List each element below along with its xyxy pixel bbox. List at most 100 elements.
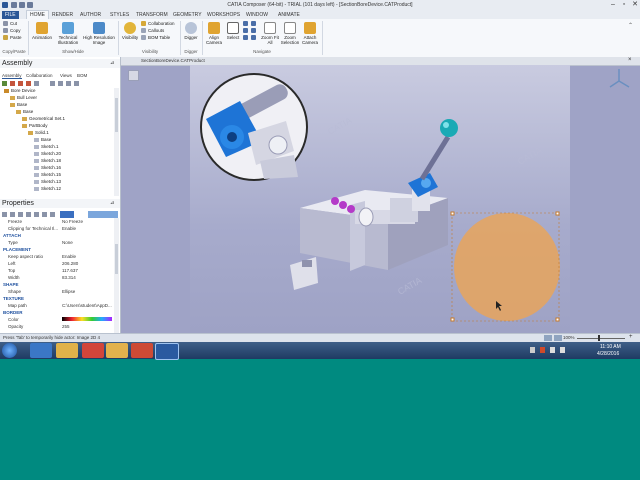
sort-icon[interactable] [2,212,7,217]
start-button[interactable] [2,343,17,358]
tree-item[interactable]: Bore Device [4,88,36,94]
view-icon[interactable] [26,81,31,86]
property-row[interactable]: Opacity 255 [0,323,114,330]
visibility-button[interactable]: Visibility [120,22,140,40]
tree-item[interactable]: Sketch.18 [34,158,61,164]
align-camera-button[interactable]: Align Camera [204,22,224,45]
reset-icon[interactable] [18,212,23,217]
subtab-assembly[interactable]: Assembly [2,73,22,79]
color-swatch[interactable] [62,317,112,321]
property-value[interactable]: None [62,239,73,246]
attach-camera-button[interactable]: Attach Camera [301,22,319,45]
properties-scrollbar-thumb[interactable] [115,244,118,274]
property-section-header[interactable]: SHAPE [3,282,19,287]
tab-animate[interactable]: ANIMATE [278,11,300,19]
tree-item[interactable]: Bull Lever [10,95,37,101]
rotate-button[interactable] [243,21,250,27]
filter-icon[interactable] [2,81,7,86]
taskbar-chrome-icon[interactable] [82,343,104,358]
cut-button[interactable]: Cut [3,21,17,27]
fly-button[interactable] [251,21,258,27]
taskbar-folder-icon[interactable] [56,343,78,358]
paste-icon[interactable] [42,212,47,217]
view-toolbar-icon[interactable] [128,70,139,81]
tree-item[interactable]: Base [34,137,51,143]
taskbar-composer-icon[interactable] [155,343,179,360]
pan-button[interactable] [243,28,250,34]
tab-home[interactable]: HOME [26,10,49,19]
property-value[interactable]: 255 [62,323,70,330]
3d-scene[interactable]: CATIA CATIA CATIA [190,65,570,333]
digger-button[interactable]: Digger [182,22,200,40]
paste-button[interactable]: Paste [3,35,22,41]
zoom-callout[interactable] [200,73,308,181]
subtab-bom[interactable]: BOM [77,73,87,78]
property-value[interactable]: C:\Users\student\AppD... [62,302,112,309]
tree-item[interactable]: Solid.1 [28,130,49,136]
property-value[interactable]: Enable [62,225,76,232]
property-value[interactable]: Enable [62,253,76,260]
tab-workshops[interactable]: WORKSHOPS [207,11,240,19]
property-section-header[interactable]: TEXTURE [3,296,24,301]
property-row[interactable]: Width 83.314 [0,274,114,281]
high-resolution-image-button[interactable]: High Resolution Image [82,22,116,45]
property-row[interactable]: Map path C:\Users\student\AppD... [0,302,114,309]
tab-styles[interactable]: STYLES [110,11,129,19]
zoom-slider-thumb[interactable] [598,335,600,341]
property-section-header[interactable]: PLACEMENT [3,247,31,252]
taskbar-ie-icon[interactable] [30,343,52,358]
maximize-button[interactable]: ▫ [619,1,629,9]
volume-icon[interactable] [560,347,565,353]
link-icon[interactable] [50,212,55,217]
tab-author[interactable]: AUTHOR [80,11,101,19]
property-row[interactable]: Clipping for Technical Il... Enable [0,225,114,232]
property-value[interactable]: No Freeze [62,218,83,225]
select-button[interactable]: Select [225,22,241,40]
property-row[interactable]: Left 206.280 [0,260,114,267]
network-icon[interactable] [550,347,555,353]
list-icon[interactable] [74,81,79,86]
tab-window[interactable]: WINDOW [246,11,268,19]
pin-icon[interactable]: ⊿ [110,60,114,66]
copy-icon[interactable] [34,212,39,217]
zoom-fit-all-button[interactable]: Zoom Fit All [261,22,279,45]
pin-icon[interactable]: ⊿ [110,200,114,206]
options-icon[interactable] [34,81,39,86]
view-mode-icon[interactable] [544,335,552,341]
tree-item[interactable]: Sketch.16 [34,165,61,171]
collapse-icon[interactable] [58,81,63,86]
property-row[interactable]: Top 117.637 [0,267,114,274]
walk-button[interactable] [251,35,258,41]
copy-button[interactable]: Copy [3,28,21,34]
tab-render[interactable]: RENDER [52,11,73,19]
view-icon[interactable] [18,81,23,86]
style-selector[interactable] [88,211,118,218]
view-mode-icon[interactable] [554,335,562,341]
tree-item[interactable]: Base [16,109,33,115]
property-value[interactable]: Ellipse [62,288,75,295]
document-tab[interactable]: SectionBoreDevice.CATProduct [141,58,205,63]
zoom-in-icon[interactable]: + [629,334,633,340]
property-section-header[interactable]: BORDER [3,310,23,315]
ribbon-collapse-icon[interactable]: ⌃ [628,22,633,29]
sort-icon[interactable] [66,81,71,86]
technical-illustration-button[interactable]: Technical Illustration [55,22,81,45]
expand-icon[interactable] [50,81,55,86]
tree-item[interactable]: Sketch.20 [34,151,61,157]
tree-item[interactable]: PartBody [22,123,48,129]
property-value[interactable]: 117.637 [62,267,78,274]
collaboration-button[interactable]: Collaboration [141,21,175,27]
minimize-button[interactable]: – [608,1,618,9]
animation-button[interactable]: Animation [31,22,53,40]
refresh-icon[interactable] [26,212,31,217]
tray-icon[interactable] [540,347,545,353]
view-icon[interactable] [10,81,15,86]
tree-item[interactable]: Geometrical Set.1 [22,116,65,122]
bom-table-button[interactable]: BOM Table [141,35,170,41]
property-value[interactable]: 206.280 [62,260,78,267]
style-button[interactable] [60,211,74,218]
tree-item[interactable]: Sketch.13 [34,179,61,185]
zoom-button[interactable] [243,35,250,41]
property-row[interactable]: Shape Ellipse [0,288,114,295]
look-button[interactable] [251,28,258,34]
